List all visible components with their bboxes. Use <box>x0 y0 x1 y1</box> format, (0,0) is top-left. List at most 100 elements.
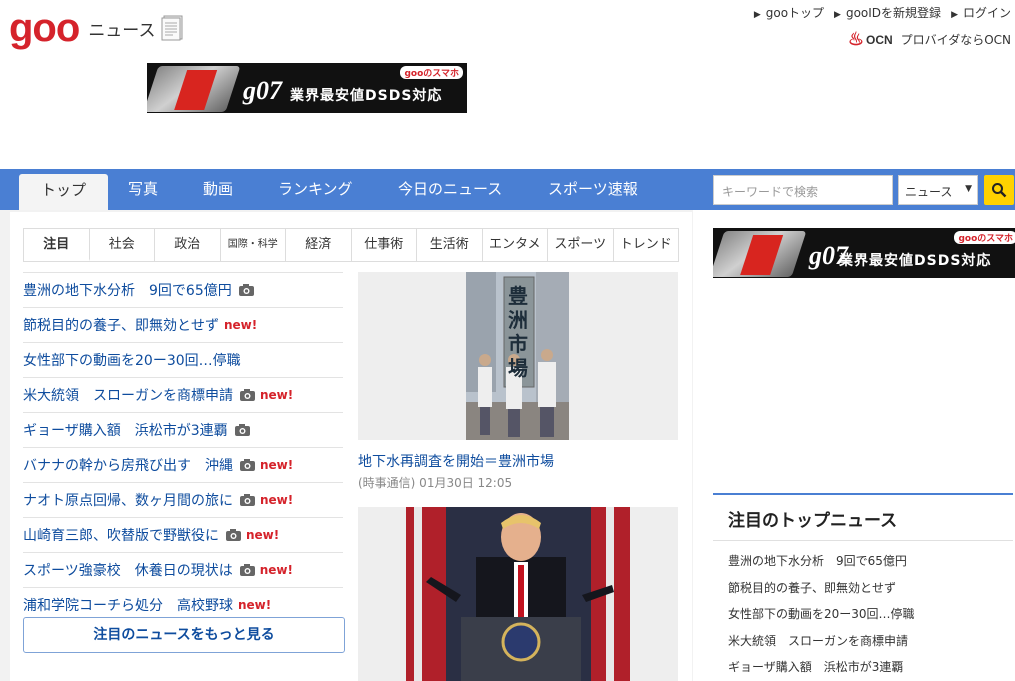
new-badge: new! <box>260 388 294 402</box>
news-title: 米大統領 スローガンを商標申請 <box>23 388 233 404</box>
toyosu-photo: 豊洲市場 <box>466 272 569 440</box>
ad-banner-top[interactable]: gooのスマホ g07 業界最安値DSDS対応 <box>147 63 467 113</box>
news-list-item[interactable]: 豊洲の地下水分析 9回で65億円 <box>23 272 343 307</box>
speech-photo <box>406 507 630 681</box>
ad-banner-side[interactable]: gooのスマホ g07 業界最安値DSDS対応 <box>713 228 1015 278</box>
tab-sports[interactable]: スポーツ <box>548 229 614 261</box>
news-title: 節税目的の養子、即無効とせず <box>23 318 219 334</box>
nav-video[interactable]: 動画 <box>203 169 233 210</box>
news-list-item[interactable]: スポーツ強豪校 休養日の現状は new! <box>23 552 343 587</box>
news-list-item[interactable]: 女性部下の動画を20ー30回…停職 <box>23 342 343 377</box>
news-list-item[interactable]: ナオト原点回帰、数ヶ月間の旅に new! <box>23 482 343 517</box>
category-tabs: 注目 社会 政治 国際・科学 経済 仕事術 生活術 エンタメ スポーツ トレンド <box>23 228 679 262</box>
nav-photo[interactable]: 写真 <box>128 169 158 210</box>
banner-text: 業界最安値DSDS対応 <box>290 88 443 104</box>
news-list-item[interactable]: 米大統領 スローガンを商標申請 new! <box>23 377 343 412</box>
new-badge: new! <box>260 493 294 507</box>
toyosu-sign-text: 豊洲市場 <box>508 284 528 380</box>
tab-politics[interactable]: 政治 <box>155 229 221 261</box>
sidebar-news-item[interactable]: 豊洲の地下水分析 9回で65億円 <box>728 548 1013 575</box>
camera-icon <box>226 529 241 541</box>
ocn-mark-icon: ♨ <box>847 29 864 49</box>
nav-top[interactable]: トップ <box>19 174 109 210</box>
tab-society[interactable]: 社会 <box>89 229 155 261</box>
sidebar-divider <box>713 540 1013 541</box>
search-input[interactable]: キーワードで検索 <box>713 175 893 205</box>
banner-tag: gooのスマホ <box>954 231 1015 244</box>
news-title: ギョーザ購入額 浜松市が3連覇 <box>23 423 228 439</box>
caret-down-icon: ▼ <box>965 184 972 194</box>
newspaper-icon <box>161 15 183 41</box>
news-list-item[interactable]: 節税目的の養子、即無効とせず new! <box>23 307 343 342</box>
tab-entertainment[interactable]: エンタメ <box>482 229 548 261</box>
nav-sports[interactable]: スポーツ速報 <box>548 169 638 210</box>
news-title: 山崎育三郎、吹替版で野獣役に <box>23 528 219 544</box>
camera-icon <box>240 389 255 401</box>
camera-icon <box>240 459 255 471</box>
tab-life[interactable]: 生活術 <box>417 229 483 261</box>
camera-icon <box>240 494 255 506</box>
tab-work[interactable]: 仕事術 <box>351 229 417 261</box>
goo-top-link[interactable]: ▶ gooトップ <box>754 4 824 21</box>
news-title: 女性部下の動画を20ー30回…停職 <box>23 353 241 369</box>
top-news-list: 豊洲の地下水分析 9回で65億円 節税目的の養子、即無効とせず 女性部下の動画を20… <box>728 548 1013 681</box>
sidebar-news-item[interactable]: 女性部下の動画を20ー30回…停職 <box>728 601 1013 628</box>
goo-top-link-label: gooトップ <box>765 6 825 20</box>
goo-news-logo[interactable]: goo ニュース <box>9 8 185 48</box>
search-icon <box>992 183 1007 198</box>
banner-brand: g07 <box>243 76 282 105</box>
feature-caption[interactable]: 地下水再調査を開始＝豊洲市場 <box>358 451 554 471</box>
banner-text: 業界最安値DSDS対応 <box>839 253 992 269</box>
ocn-logo: ♨ OCN <box>848 29 893 50</box>
camera-icon <box>239 564 255 576</box>
news-list-item[interactable]: ギョーザ購入額 浜松市が3連覇 <box>23 412 343 447</box>
ocn-link[interactable]: ♨ OCN プロバイダならOCN <box>848 29 1011 50</box>
banner-tag: gooのスマホ <box>400 66 463 79</box>
feature-source: (時事通信) 01月30日 12:05 <box>358 476 513 490</box>
more-news-button[interactable]: 注目のニュースをもっと見る <box>23 617 345 653</box>
new-badge: new! <box>246 528 280 542</box>
sidebar-heading: 注目のトップニュース <box>728 511 898 531</box>
register-link-label: gooIDを新規登録 <box>845 6 942 20</box>
news-title: バナナの幹から房飛び出す 沖縄 <box>23 458 233 474</box>
speech-photo-art <box>406 507 630 681</box>
sidebar-heading-rule <box>713 493 1013 495</box>
tab-featured[interactable]: 注目 <box>24 229 90 261</box>
tab-trend[interactable]: トレンド <box>613 229 678 261</box>
nav-ranking[interactable]: ランキング <box>278 169 353 210</box>
section-title[interactable]: ニュース <box>88 16 155 41</box>
news-title: スポーツ強豪校 休養日の現状は <box>23 563 233 579</box>
top-links: ▶ gooトップ ▶ gooIDを新規登録 ▶ ログイン <box>754 4 1011 21</box>
sidebar-news-item[interactable]: 米大統領 スローガンを商標申請 <box>728 628 1013 655</box>
tab-economy[interactable]: 経済 <box>286 229 352 261</box>
login-link[interactable]: ▶ ログイン <box>951 4 1011 21</box>
news-title: 豊洲の地下水分析 9回で65億円 <box>23 283 232 299</box>
news-title: 浦和学院コーチら処分 高校野球 <box>23 598 233 614</box>
search-button[interactable] <box>984 175 1014 205</box>
arrow-right-icon: ▶ <box>951 10 958 20</box>
sidebar-news-item[interactable]: 節税目的の養子、即無効とせず <box>728 575 1013 602</box>
login-link-label: ログイン <box>962 6 1011 20</box>
arrow-right-icon: ▶ <box>753 10 761 20</box>
featured-news-list: 豊洲の地下水分析 9回で65億円 節税目的の養子、即無効とせず new! 女性部下の動… <box>23 272 343 622</box>
new-badge: new! <box>238 598 272 612</box>
goo-logo[interactable]: goo <box>9 8 80 48</box>
search-scope-value: ニュース <box>905 185 953 199</box>
feature-photo-toyosu[interactable]: 豊洲市場 <box>358 272 678 440</box>
feature-photo-speech[interactable] <box>358 507 678 681</box>
news-list-item[interactable]: バナナの幹から房飛び出す 沖縄 new! <box>23 447 343 482</box>
camera-icon <box>234 424 250 436</box>
nav-today-news[interactable]: 今日のニュース <box>398 169 502 210</box>
arrow-right-icon: ▶ <box>834 10 841 20</box>
ocn-logo-text: OCN <box>866 32 893 47</box>
sidebar-news-item[interactable]: ギョーザ購入額 浜松市が3連覇 <box>728 654 1013 681</box>
ocn-text: プロバイダならOCN <box>900 33 1011 47</box>
camera-icon <box>238 284 254 296</box>
news-list-item[interactable]: 山崎育三郎、吹替版で野獣役に new! <box>23 517 343 552</box>
new-badge: new! <box>224 318 258 332</box>
new-badge: new! <box>260 458 294 472</box>
news-title: ナオト原点回帰、数ヶ月間の旅に <box>23 493 233 509</box>
search-scope-select[interactable]: ニュース ▼ <box>898 175 978 205</box>
tab-international-science[interactable]: 国際・科学 <box>220 229 286 261</box>
register-link[interactable]: ▶ gooIDを新規登録 <box>834 4 941 21</box>
